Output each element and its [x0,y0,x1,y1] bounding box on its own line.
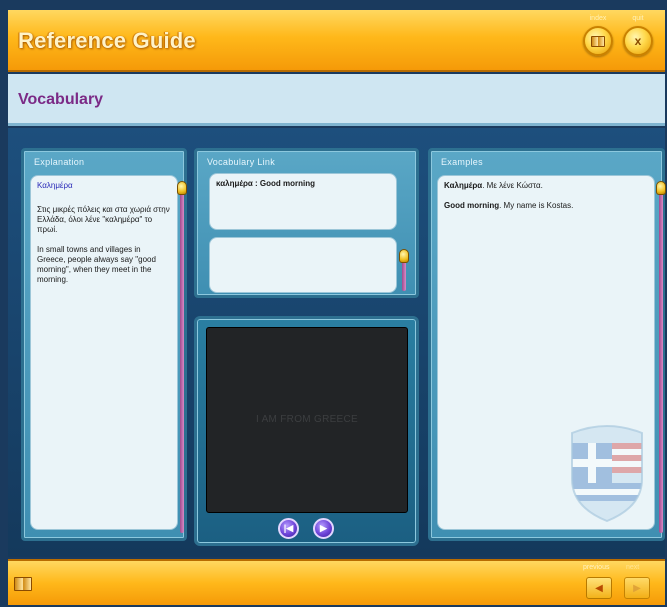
example-greek-rest: . Με λένε Κώστα. [482,181,543,190]
examples-textbox: Καλημέρα. Με λένε Κώστα. Good morning. M… [437,175,655,530]
explanation-term: Καλημέρα [37,181,73,190]
previous-label: previous [583,564,610,571]
footer-book-button[interactable] [14,577,32,591]
footer-bar: previous ◀ next ▶ [8,559,665,605]
example-greek-bold: Καλημέρα [444,181,483,190]
previous-button[interactable]: ◀ [586,577,612,599]
explanation-title: Explanation [34,157,85,167]
video-caption: I AM FROM GREECE [255,414,359,425]
vocabulary-entry[interactable]: καλημέρα : Good morning [209,173,397,230]
next-button[interactable]: ▶ [624,577,650,599]
index-control[interactable]: index [583,14,613,56]
examples-title: Examples [441,157,483,167]
close-icon: x [634,34,642,48]
rewind-button[interactable]: |◀ [278,518,299,539]
triangle-left-icon: ◀ [595,582,603,594]
flags-shield-icon [571,425,643,523]
explanation-panel: Explanation Καλημέρα Στις μικρές πόλεις … [21,148,187,541]
vocabulary-scroll-handle[interactable] [399,249,409,263]
skip-back-icon: |◀ [283,523,294,533]
video-screen[interactable]: I AM FROM GREECE [206,327,408,513]
app-title: Reference Guide [18,28,196,53]
index-label: index [589,15,607,22]
index-button[interactable] [583,26,613,56]
quit-label: quit [632,15,644,22]
examples-panel: Examples Καλημέρα. Με λένε Κώστα. Good m… [428,148,666,541]
vocabulary-scrollbar[interactable] [402,259,406,291]
play-button[interactable]: ▶ [313,518,334,539]
triangle-right-icon: ▶ [633,582,641,594]
video-panel: I AM FROM GREECE |◀ ▶ [194,316,419,546]
explanation-scroll-handle[interactable] [177,181,187,195]
section-header: Vocabulary [8,74,665,126]
example-english-rest: . My name is Kostas. [499,201,574,210]
quit-button[interactable]: x [623,26,653,56]
explanation-scrollbar[interactable] [180,191,184,533]
explanation-greek-text: Στις μικρές πόλεις και στα χωριά στην Ελ… [37,205,170,234]
title-bar: Reference Guide index quit x [8,10,665,72]
quit-control[interactable]: quit x [623,14,653,56]
next-label: next [626,564,640,571]
section-title: Vocabulary [18,91,104,108]
example-english-bold: Good morning [444,201,500,210]
book-icon [591,35,605,47]
vocabulary-entry-empty[interactable] [209,237,397,293]
examples-scrollbar[interactable] [659,191,663,533]
explanation-textbox: Καλημέρα Στις μικρές πόλεις και στα χωρι… [30,175,178,530]
example-line-greek: Καλημέρα. Με λένε Κώστα. [444,181,648,191]
vocabulary-link-title: Vocabulary Link [207,157,276,167]
example-line-english: Good morning. My name is Kostas. [444,201,648,211]
examples-scroll-handle[interactable] [656,181,666,195]
main-area: Explanation Καλημέρα Στις μικρές πόλεις … [8,128,666,557]
book-icon [14,577,32,591]
play-icon: ▶ [320,523,327,533]
vocabulary-link-panel: Vocabulary Link καλημέρα : Good morning [194,148,419,298]
explanation-english-text: In small towns and villages in Greece, p… [37,245,156,284]
